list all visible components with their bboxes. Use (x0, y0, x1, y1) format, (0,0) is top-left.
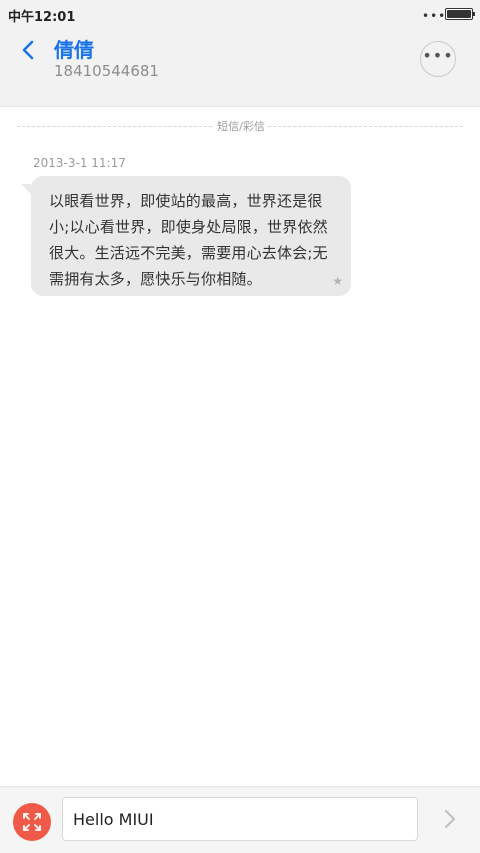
contact-number: 18410544681 (54, 62, 159, 80)
battery-tip (473, 12, 475, 16)
chevron-left-icon (22, 40, 34, 60)
message-type-divider: 短信/彩信 (17, 118, 463, 134)
message-timestamp: 2013-3-1 11:17 (33, 156, 126, 170)
battery-level-fill (447, 10, 471, 18)
incoming-message-bubble[interactable]: 以眼看世界，即使站的最高，世界还是很小;以心看世界，即使身处局限，世界依然很大。… (31, 176, 351, 296)
battery-icon (445, 8, 475, 20)
send-button[interactable] (438, 807, 462, 831)
bubble-tail (21, 184, 31, 194)
divider-line-right (268, 126, 463, 127)
status-more-dots: ••• (422, 9, 447, 23)
more-options-button[interactable]: ••• (420, 41, 456, 77)
message-input[interactable] (62, 797, 418, 841)
contact-name[interactable]: 倩倩 (54, 34, 94, 63)
star-icon[interactable]: ★ (332, 274, 343, 288)
messaging-screen: 中午12:01 ••• 倩倩 18410544681 ••• 短信/彩信 201… (0, 0, 480, 853)
status-bar: 中午12:01 ••• (0, 0, 480, 28)
expand-arrows-icon (23, 813, 41, 831)
composer-bar (0, 786, 480, 853)
conversation-header: 倩倩 18410544681 ••• (0, 28, 480, 107)
expand-button[interactable] (13, 803, 51, 841)
message-type-label: 短信/彩信 (217, 120, 265, 133)
send-chevron-icon (444, 809, 456, 829)
message-text: 以眼看世界，即使站的最高，世界还是很小;以心看世界，即使身处局限，世界依然很大。… (49, 192, 328, 288)
more-dots-icon: ••• (422, 46, 454, 65)
back-button[interactable] (14, 34, 44, 66)
divider-line-left (17, 126, 212, 127)
status-time: 中午12:01 (8, 10, 76, 25)
